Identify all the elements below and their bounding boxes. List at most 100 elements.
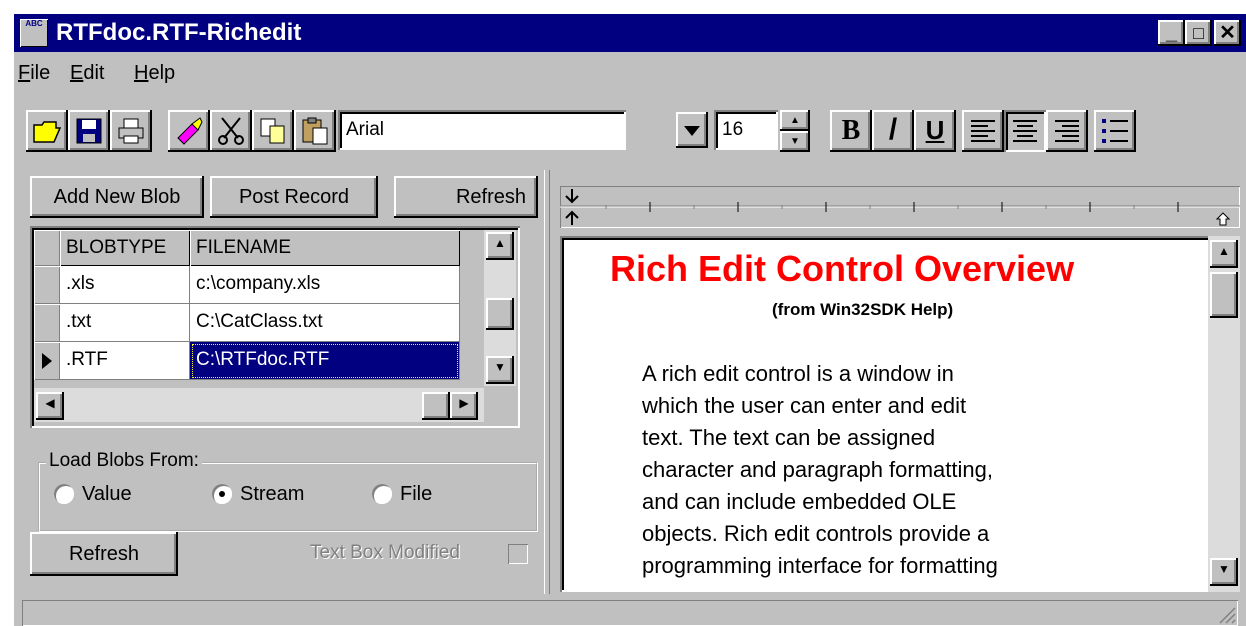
clear-button[interactable] <box>168 110 210 152</box>
app-icon[interactable]: ABC <box>20 19 48 47</box>
chevron-down-icon <box>684 126 700 136</box>
font-size-field[interactable]: 16 <box>714 110 778 150</box>
row-indicator[interactable] <box>34 266 60 304</box>
radio-value[interactable] <box>54 484 74 504</box>
left-indent-marker-icon[interactable] <box>564 210 580 226</box>
underline-button[interactable]: U <box>914 110 956 152</box>
cell-blobtype[interactable]: .txt <box>60 304 190 342</box>
body-line: which the user can enter and edit <box>642 393 967 418</box>
radio-file[interactable] <box>372 484 392 504</box>
spin-down-icon[interactable]: ▼ <box>780 131 810 152</box>
copy-icon <box>260 118 285 144</box>
first-indent-marker-icon[interactable] <box>564 188 580 204</box>
scroll-up-icon[interactable]: ▲ <box>486 232 514 260</box>
font-name-value: Arial <box>346 119 385 140</box>
ruler[interactable] <box>560 186 1240 228</box>
cut-button[interactable] <box>210 110 252 152</box>
text-box-modified-label: Text Box Modified <box>310 542 460 563</box>
bullets-icon <box>1102 119 1128 143</box>
cell-blobtype[interactable]: .RTF <box>60 342 190 380</box>
menu-edit[interactable]: Edit <box>70 62 104 85</box>
bold-button[interactable]: B <box>830 110 872 152</box>
row-indicator[interactable] <box>34 304 60 342</box>
scroll-thumb[interactable] <box>1210 272 1238 318</box>
body-line: text. The text can be assigned <box>642 425 936 450</box>
align-left-button[interactable] <box>962 110 1004 152</box>
scroll-thumb-h[interactable] <box>422 392 450 420</box>
copy-button[interactable] <box>252 110 294 152</box>
minimize-button[interactable]: _ <box>1158 20 1185 46</box>
text-box-modified-checkbox[interactable] <box>508 544 528 564</box>
radio-file-label[interactable]: File <box>400 483 432 506</box>
rich-edit-control[interactable]: Rich Edit Control Overview (from Win32SD… <box>560 236 1240 592</box>
grid-corner <box>34 230 60 266</box>
align-right-button[interactable] <box>1046 110 1088 152</box>
document-title: Rich Edit Control Overview <box>610 248 1075 289</box>
application-window: ABC RTFdoc.RTF-Richedit _ □ ✕ File Edit … <box>14 14 1246 626</box>
panel-splitter[interactable] <box>544 170 550 594</box>
menu-file[interactable]: File <box>18 62 50 85</box>
toolbar: Arial 16 ▲ ▼ B / U <box>14 102 1246 162</box>
body-line: programming interface for formatting <box>642 553 998 578</box>
body-line: character and paragraph formatting, <box>642 457 993 482</box>
align-left-icon <box>971 120 995 142</box>
save-button[interactable] <box>68 110 110 152</box>
scroll-thumb[interactable] <box>486 298 514 330</box>
cut-scissors-icon <box>218 117 244 145</box>
spin-up-icon[interactable]: ▲ <box>780 110 810 131</box>
load-blobs-label: Load Blobs From: <box>46 450 202 472</box>
menu-help[interactable]: Help <box>134 62 175 85</box>
cell-filename-selected[interactable]: C:\RTFdoc.RTF <box>190 342 460 380</box>
scroll-up-icon[interactable]: ▲ <box>1210 240 1238 268</box>
radio-stream[interactable] <box>212 484 232 504</box>
body-line: objects. Rich edit controls provide a <box>642 521 990 546</box>
radio-value-label[interactable]: Value <box>82 483 132 506</box>
font-size-value: 16 <box>722 119 744 140</box>
row-indicator-current[interactable] <box>34 342 60 380</box>
scroll-down-icon[interactable]: ▼ <box>486 356 514 384</box>
scroll-right-icon[interactable]: ▶ <box>450 392 478 420</box>
clear-eraser-icon <box>177 117 203 145</box>
font-name-combo[interactable]: Arial <box>338 110 626 150</box>
post-record-button[interactable]: Post Record <box>210 176 378 218</box>
resize-grip-icon[interactable] <box>1216 604 1236 624</box>
save-disk-icon <box>76 118 102 144</box>
title-bar[interactable]: ABC RTFdoc.RTF-Richedit _ □ ✕ <box>14 14 1246 52</box>
blob-grid[interactable]: BLOBTYPE FILENAME .xls c:\company.xls .t… <box>30 226 520 428</box>
cell-filename[interactable]: c:\company.xls <box>190 266 460 304</box>
open-button[interactable] <box>26 110 68 152</box>
add-new-blob-button[interactable]: Add New Blob <box>30 176 204 218</box>
italic-button[interactable]: / <box>872 110 914 152</box>
grid-horizontal-scrollbar[interactable] <box>34 388 484 422</box>
menu-bar: File Edit Help <box>14 54 1246 94</box>
window-title: RTFdoc.RTF-Richedit <box>56 19 302 46</box>
align-center-icon <box>1013 120 1037 142</box>
column-header-blobtype[interactable]: BLOBTYPE <box>60 230 190 266</box>
editor-vertical-scrollbar[interactable]: ▲ ▼ <box>1208 236 1240 592</box>
print-button[interactable] <box>110 110 152 152</box>
paste-button[interactable] <box>294 110 336 152</box>
document-body: A rich edit control is a window in which… <box>642 358 1102 582</box>
scroll-down-icon[interactable]: ▼ <box>1210 558 1238 586</box>
paste-icon <box>302 117 328 145</box>
font-size-spinner[interactable]: ▲ ▼ <box>780 110 810 152</box>
right-indent-marker-icon[interactable] <box>1216 212 1230 226</box>
document-subtitle: (from Win32SDK Help) <box>772 300 954 319</box>
scroll-left-icon[interactable]: ◀ <box>36 392 64 420</box>
refresh-grid-button[interactable]: Refresh <box>394 176 538 218</box>
column-header-filename[interactable]: FILENAME <box>190 230 460 266</box>
cell-blobtype[interactable]: .xls <box>60 266 190 304</box>
align-right-icon <box>1055 120 1079 142</box>
refresh-button[interactable]: Refresh <box>30 532 178 576</box>
radio-stream-label[interactable]: Stream <box>240 483 304 506</box>
current-row-arrow-icon <box>42 353 52 369</box>
status-bar <box>22 600 1238 626</box>
align-center-button[interactable] <box>1004 110 1046 152</box>
maximize-button[interactable]: □ <box>1185 20 1212 46</box>
open-folder-icon <box>33 121 62 143</box>
cell-filename[interactable]: C:\CatClass.txt <box>190 304 460 342</box>
close-button[interactable]: ✕ <box>1214 20 1241 46</box>
body-line: A rich edit control is a window in <box>642 361 954 386</box>
bullets-button[interactable] <box>1094 110 1136 152</box>
font-dropdown-button[interactable] <box>676 112 708 148</box>
